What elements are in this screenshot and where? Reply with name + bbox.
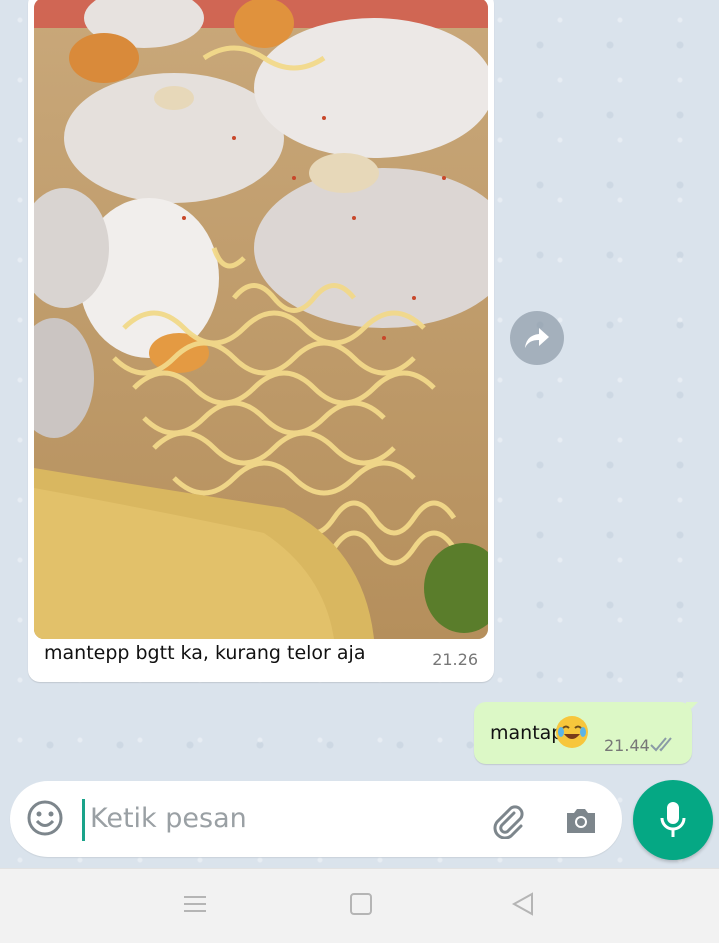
double-check-icon bbox=[650, 736, 678, 756]
forward-arrow-icon bbox=[525, 328, 549, 348]
incoming-image-message[interactable]: mantepp bgtt ka, kurang telor aja 21.26 bbox=[28, 0, 494, 682]
camera-icon[interactable] bbox=[562, 801, 600, 843]
message-photo[interactable] bbox=[34, 0, 488, 639]
forward-button[interactable] bbox=[510, 311, 564, 365]
triangle-back-icon[interactable] bbox=[510, 891, 536, 921]
smiley-icon[interactable] bbox=[26, 799, 64, 841]
text-cursor bbox=[82, 799, 85, 841]
noodle-photo-image bbox=[34, 0, 488, 639]
tears-of-joy-emoji-icon bbox=[556, 716, 588, 748]
paperclip-icon[interactable] bbox=[488, 801, 526, 843]
message-caption: mantepp bgtt ka, kurang telor aja bbox=[44, 642, 366, 664]
square-home-icon[interactable] bbox=[348, 891, 374, 921]
microphone-icon bbox=[660, 802, 686, 837]
message-time: 21.26 bbox=[432, 650, 478, 669]
outgoing-message[interactable]: mantap 21.44 bbox=[474, 702, 692, 764]
message-composer[interactable]: Ketik pesan bbox=[10, 781, 622, 857]
system-navigation-bar bbox=[0, 868, 719, 943]
outgoing-message-text: mantap bbox=[490, 722, 564, 744]
message-input[interactable]: Ketik pesan bbox=[90, 803, 247, 834]
menu-icon[interactable] bbox=[182, 891, 208, 921]
microphone-button[interactable] bbox=[633, 780, 713, 860]
outgoing-message-time: 21.44 bbox=[604, 736, 650, 755]
